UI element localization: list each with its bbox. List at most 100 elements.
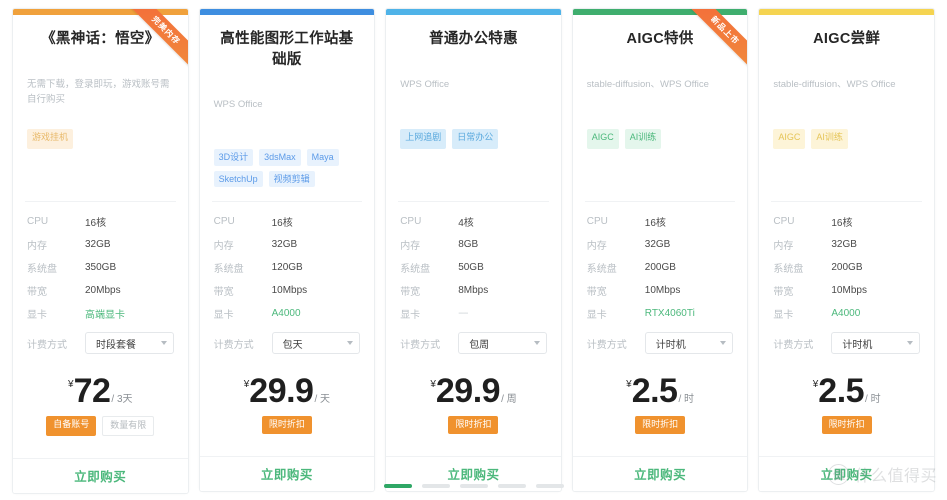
spec-value: A4000 xyxy=(271,308,301,319)
spec-label: 系统盘 xyxy=(213,264,244,275)
price-badge: 限时折扣 xyxy=(448,416,499,434)
chevron-down-icon xyxy=(347,341,354,345)
feature-tag-list: AIGC AI训练 xyxy=(773,129,920,149)
billing-label: 计费方式 xyxy=(586,339,627,351)
price-badge-list: 限时折扣 xyxy=(396,416,551,434)
spec-row: 内存 32GB xyxy=(214,233,361,256)
watermark-text: 什么值得买 xyxy=(854,468,937,485)
watermark-logo-icon: 值 xyxy=(828,463,850,485)
spec-label: 带宽 xyxy=(27,287,47,298)
spec-label: 带宽 xyxy=(213,287,234,298)
price-line: ¥29.9/ 周 xyxy=(396,374,551,408)
pricing-card: 普通办公特惠 WPS Office 上网追剧 日常办公 CPU 4核 内存 8GB 系统盘 50G… xyxy=(385,8,562,492)
spec-row: CPU 16核 xyxy=(587,210,734,233)
feature-tag-list: 上网追剧 日常办公 xyxy=(400,129,547,149)
card-title: AIGC特供 xyxy=(626,31,694,47)
billing-row: 计费方式 时段套餐 xyxy=(27,328,174,358)
billing-select[interactable]: 计时机 xyxy=(831,332,920,354)
price-unit: / 时 xyxy=(678,394,695,405)
spec-label: CPU xyxy=(400,216,422,227)
spec-table: CPU 16核 内存 32GB 系统盘 200GB 带宽 10Mbps 显卡 RTX4060Ti 计… xyxy=(573,202,748,362)
pagination-dot[interactable] xyxy=(383,484,412,488)
chevron-down-icon xyxy=(160,341,167,345)
feature-tag: 日常办公 xyxy=(452,129,499,149)
billing-label: 计费方式 xyxy=(27,339,67,351)
carousel-pagination[interactable] xyxy=(0,484,947,488)
spec-row: 系统盘 120GB xyxy=(214,256,361,279)
spec-label: 内存 xyxy=(773,241,794,252)
billing-select[interactable]: 包天 xyxy=(271,332,361,354)
spec-row: 显卡 A4000 xyxy=(773,302,920,325)
spec-label: 带宽 xyxy=(400,287,421,298)
spec-value: 120GB xyxy=(271,262,303,273)
spec-row: 内存 8GB xyxy=(400,233,547,256)
pagination-dot[interactable] xyxy=(535,484,564,488)
spec-label: 内存 xyxy=(586,241,607,252)
spec-row: 系统盘 200GB xyxy=(773,256,920,279)
spec-value: 50GB xyxy=(458,262,484,273)
card-header: 《黑神话：悟空》 无需下载，登录即玩，游戏账号需自行购买 游戏挂机 xyxy=(13,15,188,191)
price-badge: 数量有限 xyxy=(102,416,155,436)
spec-label: 显卡 xyxy=(586,310,607,321)
price-badge: 限时折扣 xyxy=(821,416,872,434)
spec-label: 带宽 xyxy=(773,287,794,298)
spec-value: 350GB xyxy=(85,262,117,273)
price-line: ¥2.5/ 时 xyxy=(583,374,738,408)
card-header: 高性能图形工作站基础版 WPS Office 3D设计 3dsMax Maya Sketc… xyxy=(200,15,375,191)
feature-tag: AIGC xyxy=(773,129,806,149)
price-value: 2.5 xyxy=(631,372,678,410)
pagination-dot[interactable] xyxy=(459,484,488,488)
feature-tag: 视频剪辑 xyxy=(268,170,315,188)
spec-row: CPU 16核 xyxy=(214,210,361,233)
price-line: ¥29.9/ 天 xyxy=(210,374,365,408)
card-title: 普通办公特惠 xyxy=(429,31,518,47)
spec-value: 8GB xyxy=(458,239,479,250)
price-unit: / 天 xyxy=(314,394,331,405)
card-title: AIGC尝鲜 xyxy=(813,31,881,47)
billing-select[interactable]: 包周 xyxy=(458,332,547,354)
feature-tag: AI训练 xyxy=(624,129,662,149)
pricing-card: 完美内存 《黑神话：悟空》 无需下载，登录即玩，游戏账号需自行购买 游戏挂机 CPU 16… xyxy=(12,8,189,494)
spec-value: 10Mbps xyxy=(644,285,681,296)
price-badge: 自备账号 xyxy=(46,416,97,436)
price-badge: 限时折扣 xyxy=(635,416,686,434)
spec-label: 显卡 xyxy=(773,310,794,321)
pricing-card-list: 完美内存 《黑神话：悟空》 无需下载，登录即玩，游戏账号需自行购买 游戏挂机 CPU 16… xyxy=(0,0,947,494)
chevron-down-icon xyxy=(720,341,727,345)
spec-label: 显卡 xyxy=(213,310,234,321)
spec-value: 高端显卡 xyxy=(85,310,125,321)
spec-row: 显卡 ---- xyxy=(400,302,547,325)
price-area: ¥72/ 3天 自备账号 数量有限 xyxy=(13,362,188,446)
spec-row: 显卡 高端显卡 xyxy=(27,302,174,325)
spec-label: 带宽 xyxy=(586,287,607,298)
spec-label: 显卡 xyxy=(27,310,47,321)
feature-tag: 3D设计 xyxy=(213,149,254,166)
billing-selected-value: 时段套餐 xyxy=(96,339,136,351)
spec-value: 32GB xyxy=(831,239,857,250)
price-badge-list: 限时折扣 xyxy=(769,416,924,434)
spec-label: 系统盘 xyxy=(400,264,431,275)
billing-selected-value: 计时机 xyxy=(655,339,686,351)
spec-row: 带宽 8Mbps xyxy=(400,279,547,302)
pagination-dot[interactable] xyxy=(421,484,450,488)
billing-select[interactable]: 时段套餐 xyxy=(85,332,174,354)
feature-tag: Maya xyxy=(306,149,339,166)
billing-select[interactable]: 计时机 xyxy=(644,332,734,354)
spec-row: CPU 16核 xyxy=(27,210,174,233)
billing-selected-value: 包周 xyxy=(469,339,490,351)
pagination-dot[interactable] xyxy=(497,484,526,488)
price-area: ¥2.5/ 时限时折扣 xyxy=(759,362,934,444)
spec-label: CPU xyxy=(586,216,608,227)
price-unit: / 时 xyxy=(865,394,881,405)
spec-row: 系统盘 50GB xyxy=(400,256,547,279)
spec-table: CPU 16核 内存 32GB 系统盘 120GB 带宽 10Mbps 显卡 A4000 计费方式 包… xyxy=(200,202,375,362)
spec-row: 带宽 10Mbps xyxy=(773,279,920,302)
feature-tag-list: 游戏挂机 xyxy=(27,129,174,150)
price-unit: / 周 xyxy=(501,394,517,405)
card-title: 高性能图形工作站基础版 xyxy=(220,31,354,69)
spec-label: CPU xyxy=(27,216,49,227)
price-value: 72 xyxy=(73,372,111,410)
spec-value: 16核 xyxy=(271,218,293,229)
spec-label: 内存 xyxy=(400,241,421,252)
feature-tag: SketchUp xyxy=(213,170,263,188)
